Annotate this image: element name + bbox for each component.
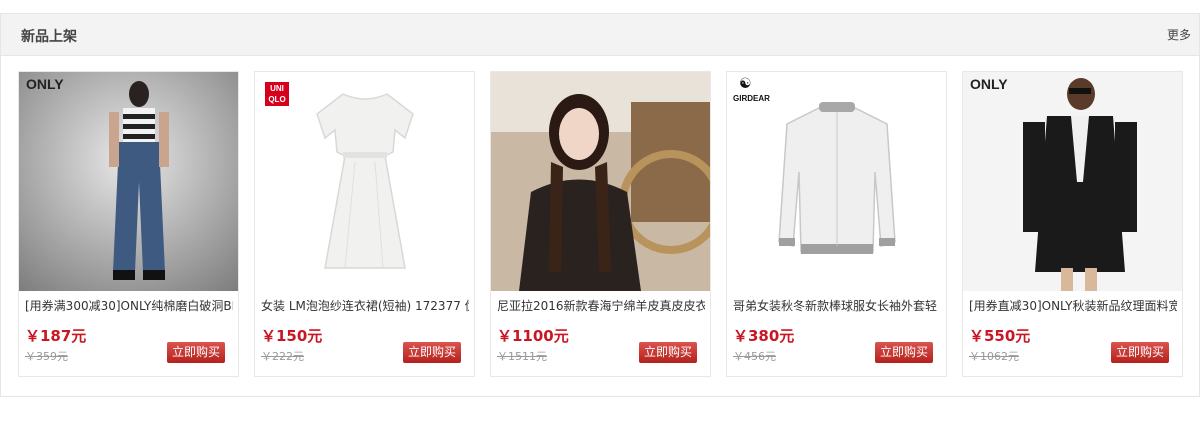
more-link[interactable]: 更多 <box>1167 26 1191 43</box>
product-name[interactable]: 哥弟女装秋冬新款棒球服女长袖外套轻 <box>733 297 941 314</box>
product-image[interactable]: GIRDEAR ☯ <box>727 72 946 291</box>
product-name[interactable]: [用券直减30]ONLY秋装新品纹理面料宽 <box>969 297 1177 314</box>
product-price: ￥380元 <box>733 327 795 345</box>
product-price: ￥187元 <box>25 327 87 345</box>
panel-header: 新品上架 更多 <box>1 14 1199 56</box>
product-name[interactable]: 尼亚拉2016新款春海宁绵羊皮真皮皮衣 <box>497 297 705 314</box>
product-card[interactable]: ONLY [用券满300减30]ONLY纯棉磨白破洞BF ￥187元 ￥359元… <box>18 71 239 377</box>
brand-logo: ONLY <box>26 76 64 92</box>
product-price: ￥550元 <box>969 327 1031 345</box>
original-price: ￥1062元 <box>969 350 1019 363</box>
product-name[interactable]: 女装 LM泡泡纱连衣裙(短袖) 172377 优 <box>261 297 469 314</box>
buy-now-button[interactable]: 立即购买 <box>167 342 225 363</box>
original-price: ￥456元 <box>733 350 776 363</box>
original-price: ￥1511元 <box>497 350 547 363</box>
uniqlo-logo: UNI QLO <box>265 82 289 106</box>
buy-now-button[interactable]: 立即购买 <box>403 342 461 363</box>
original-price: ￥359元 <box>25 350 68 363</box>
product-card[interactable]: UNI QLO 女装 LM泡泡纱连衣裙(短袖) 172377 优 ￥150元 ￥… <box>254 71 475 377</box>
brand-logo: ONLY <box>970 76 1008 92</box>
buy-now-button[interactable]: 立即购买 <box>1111 342 1169 363</box>
buy-now-button[interactable]: 立即购买 <box>639 342 697 363</box>
buy-now-button[interactable]: 立即购买 <box>875 342 933 363</box>
original-price: ￥222元 <box>261 350 304 363</box>
product-image[interactable] <box>491 72 710 291</box>
section-title: 新品上架 <box>21 29 77 45</box>
product-image[interactable]: UNI QLO <box>255 72 474 291</box>
product-image[interactable]: ONLY <box>19 72 238 291</box>
product-card[interactable]: ONLY [用券直减30]ONLY秋装新品纹理面料宽 ￥550元 ￥1062元 … <box>962 71 1183 377</box>
product-card[interactable]: GIRDEAR ☯ 哥弟女装秋冬新款棒球服女长袖外套轻 ￥380元 ￥456元 … <box>726 71 947 377</box>
product-name[interactable]: [用券满300减30]ONLY纯棉磨白破洞BF <box>25 297 233 314</box>
product-card[interactable]: 尼亚拉2016新款春海宁绵羊皮真皮皮衣 ￥1100元 ￥1511元 立即购买 <box>490 71 711 377</box>
product-price: ￥1100元 <box>497 327 569 345</box>
brand-logo: GIRDEAR <box>733 94 770 103</box>
product-image[interactable]: ONLY <box>963 72 1182 291</box>
new-arrivals-panel: 新品上架 更多 ONLY [用券满300减30]ONLY纯棉磨白破洞BF ￥18 <box>0 13 1200 397</box>
product-price: ￥150元 <box>261 327 323 345</box>
brand-calligraphy-icon: ☯ <box>739 76 752 92</box>
